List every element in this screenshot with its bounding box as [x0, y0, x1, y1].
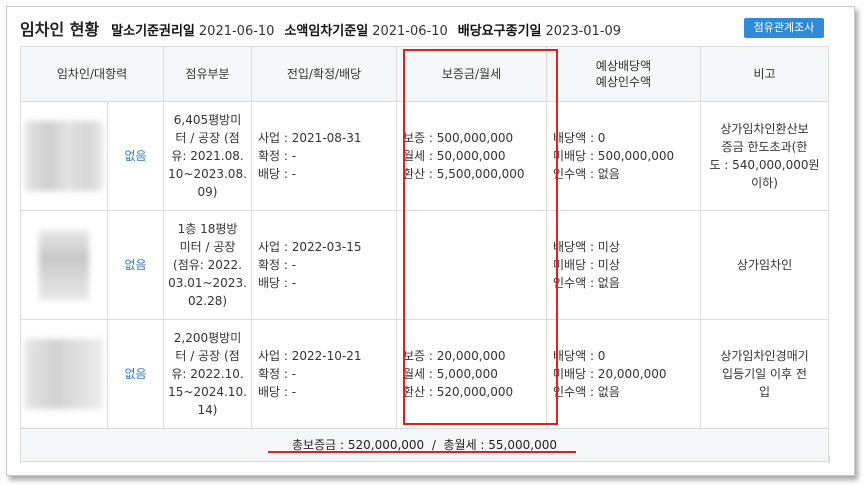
- redacted-name-blur: [39, 230, 89, 300]
- occupancy-line: 09): [197, 185, 218, 199]
- dividend-line: 인수액 : 없음: [553, 276, 620, 290]
- move-in-line: 확정 : -: [258, 367, 297, 381]
- dividend-line: 인수액 : 없음: [553, 167, 620, 181]
- occupancy-line: 유: 2021.08.: [171, 149, 244, 163]
- note-line: 이하): [751, 176, 778, 190]
- move-in-cell: 사업 : 2022-10-21 확정 : - 배당 : -: [251, 319, 398, 429]
- col-header-move-in: 전입/확정/배당: [251, 46, 398, 102]
- dividend-deadline-value: 2023-01-09: [545, 24, 622, 39]
- dividend-cell: 배당액 : 0 미배당 : 20,000,000 인수액 : 없음: [546, 319, 702, 429]
- page-title: 임차인 현황: [20, 20, 100, 39]
- move-in-line: 배당 : -: [258, 385, 297, 399]
- note-line: 상가임차인환산보: [720, 122, 809, 136]
- occupancy-cell: 6,405평방미 터 / 공장 (점 유: 2021.08. 10~2023.0…: [163, 101, 253, 211]
- note-line: 상가임차인: [736, 258, 793, 272]
- move-in-cell: 사업 : 2021-08-31 확정 : - 배당 : -: [251, 101, 398, 211]
- occupancy-line: 유: 2022.10.: [171, 367, 244, 381]
- col-header-tenant: 임차인/대항력: [19, 46, 165, 102]
- move-in-line: 사업 : 2021-08-31: [258, 131, 362, 145]
- dividend-line: 미배당 : 500,000,000: [553, 149, 675, 163]
- move-in-line: 사업 : 2022-10-21: [258, 349, 362, 363]
- occupancy-line: 터 / 공장 (점: [175, 349, 240, 363]
- note-line: 입: [758, 385, 771, 399]
- redacted-name-blur: [25, 339, 103, 409]
- note-line: 입등기일 이후 전: [722, 367, 807, 381]
- col-header-note: 비고: [700, 46, 830, 102]
- move-in-line: 배당 : -: [258, 167, 297, 181]
- occupancy-line: 15~2024.10.: [168, 385, 247, 399]
- dividend-cell: 배당액 : 0 미배당 : 500,000,000 인수액 : 없음: [546, 101, 702, 211]
- move-in-cell: 사업 : 2022-03-15 확정 : - 배당 : -: [251, 210, 398, 320]
- cancel-base-date-value: 2021-06-10: [198, 24, 275, 39]
- dividend-deadline-label: 배당요구종기일: [457, 24, 542, 39]
- col-header-dividend-line2: 예상인수액: [595, 75, 652, 89]
- occupancy-cell: 1층 18평방 미터 / 공장 (점유: 2022. 03.01~2023. 0…: [163, 210, 253, 320]
- move-in-line: 사업 : 2022-03-15: [258, 240, 362, 254]
- occupancy-line: 2,200평방미: [173, 331, 242, 345]
- small-lease-date-value: 2021-06-10: [372, 24, 448, 39]
- opposition-link[interactable]: 없음: [106, 210, 165, 320]
- opposition-link[interactable]: 없음: [106, 101, 165, 211]
- occupancy-cell: 2,200평방미 터 / 공장 (점 유: 2022.10. 15~2024.1…: [163, 319, 253, 429]
- occupancy-line: 1층 18평방: [177, 222, 238, 236]
- cancel-base-date-label: 말소기준권리일: [111, 24, 195, 39]
- note-cell: 상가임차인환산보 증금 한도초과(한 도 : 540,000,000원 이하): [700, 101, 830, 211]
- note-line: 상가임차인경매기: [720, 349, 809, 363]
- col-header-occupancy: 점유부분: [163, 46, 253, 102]
- tenant-name-redacted: [20, 101, 108, 211]
- occupancy-line: 03.01~2023.: [168, 276, 247, 290]
- occupancy-line: 14): [197, 403, 218, 417]
- occupancy-line: 터 / 공장 (점: [175, 131, 240, 145]
- dividend-line: 미배당 : 미상: [553, 258, 620, 272]
- deposit-highlight-box: [403, 49, 558, 425]
- note-line: 도 : 540,000,000원: [709, 158, 820, 172]
- opposition-link[interactable]: 없음: [106, 319, 165, 429]
- dividend-line: 배당액 : 0: [553, 131, 606, 145]
- note-cell: 상가임차인: [700, 210, 830, 320]
- note-cell: 상가임차인경매기 입등기일 이후 전 입: [700, 319, 830, 429]
- tenant-name-redacted: [20, 210, 108, 320]
- dividend-line: 인수액 : 없음: [553, 385, 620, 399]
- dividend-line: 배당액 : 0: [553, 349, 606, 363]
- occupancy-line: 02.28): [187, 294, 228, 308]
- dividend-line: 배당액 : 미상: [553, 240, 620, 254]
- redacted-name-blur: [25, 121, 103, 191]
- dividend-line: 미배당 : 20,000,000: [553, 367, 667, 381]
- table-bottom-edge: [20, 456, 830, 464]
- col-header-dividend-line1: 예상배당액: [595, 59, 652, 73]
- move-in-line: 확정 : -: [258, 258, 297, 272]
- tenant-name-redacted: [20, 319, 108, 429]
- occupancy-line: 6,405평방미: [173, 113, 242, 127]
- note-line: 증금 한도초과(한: [721, 140, 808, 154]
- occupancy-line: 10~2023.08.: [168, 167, 247, 181]
- occupancy-survey-button[interactable]: 점유관계조사: [744, 18, 824, 38]
- small-lease-date-label: 소액임차기준일: [284, 24, 369, 39]
- col-header-dividend: 예상배당액 예상인수액: [546, 46, 702, 102]
- move-in-line: 배당 : -: [258, 276, 297, 290]
- occupancy-line: 미터 / 공장: [179, 240, 236, 254]
- move-in-line: 확정 : -: [258, 149, 297, 163]
- tenant-status-header: 임차인 현황 말소기준권리일 2021-06-10 소액임차기준일 2021-0…: [20, 16, 631, 42]
- total-underline: [268, 451, 576, 453]
- occupancy-line: (점유: 2022.: [173, 258, 242, 272]
- dividend-cell: 배당액 : 미상 미배당 : 미상 인수액 : 없음: [546, 210, 702, 320]
